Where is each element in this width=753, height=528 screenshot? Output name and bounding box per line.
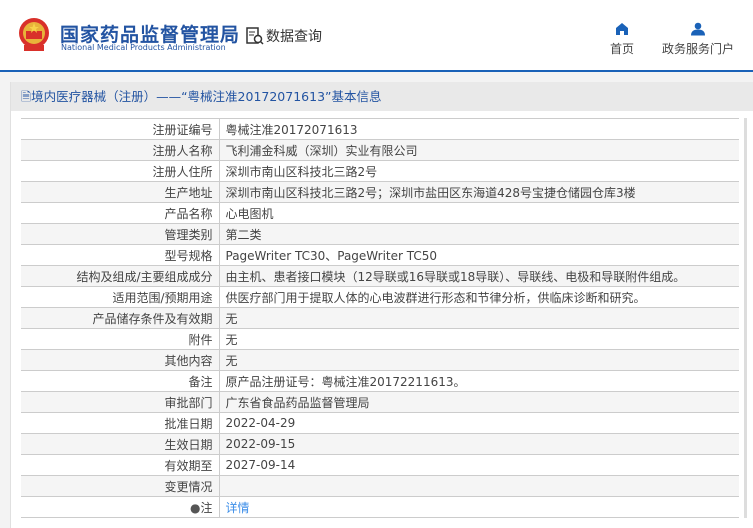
- table-row: 变更情况: [21, 475, 739, 497]
- data-query-label: 数据查询: [266, 29, 322, 45]
- table-row: 附件无: [21, 328, 739, 350]
- row-label: 变更情况: [21, 475, 220, 497]
- row-label: 审批部门: [21, 391, 220, 413]
- document-search-icon: [246, 27, 264, 45]
- row-value: 飞利浦金科威（深圳）实业有限公司: [219, 139, 739, 161]
- table-row: 注册人名称 飞利浦金科威（深圳）实业有限公司: [21, 139, 739, 161]
- row-label: 产品名称: [21, 202, 220, 224]
- nav-home[interactable]: 首页: [610, 22, 634, 57]
- nav-home-label: 首页: [610, 42, 635, 56]
- detail-title: 🗎境内医疗器械（注册）——“粤械注准20172071613”基本信息: [11, 82, 753, 111]
- row-label: 批准日期: [21, 412, 220, 434]
- logo-subtitle: National Medical Products Administration: [61, 43, 226, 52]
- document-icon: 🗎: [21, 89, 32, 104]
- row-value: 供医疗部门用于提取人体的心电波群进行形态和节律分析，供临床诊断和研究。: [219, 286, 739, 308]
- row-label: 生效日期: [21, 433, 220, 455]
- nav-service-portal-label: 政务服务门户: [662, 42, 735, 56]
- row-label: 注册人名称: [21, 139, 220, 161]
- row-value: 无: [219, 307, 739, 329]
- table-row: 有效期至 2027-09-14: [21, 454, 739, 476]
- row-label: 其他内容: [21, 349, 220, 371]
- table-row: 产品储存条件及有效期无: [21, 307, 739, 329]
- table-row: 生效日期 2022-09-15: [21, 433, 739, 455]
- detail-table: 注册证编号 粤械注准20172071613 注册人名称 飞利浦金科威（深圳）实业有限公…: [21, 118, 739, 518]
- national-emblem-icon: [19, 18, 49, 51]
- table-row: 适用范围/预期用途 供医疗部门用于提取人体的心电波群进行形态和节律分析，供临床诊断…: [21, 286, 739, 308]
- row-label: 管理类别: [21, 223, 220, 245]
- note-label: 注: [200, 500, 213, 515]
- row-value: PageWriter TC30、PageWriter TC50: [219, 244, 739, 266]
- table-row: 审批部门 广东省食品药品监督管理局: [21, 391, 739, 413]
- row-value: 深圳市南山区科技北三路2号；深圳市盐田区东海道428号宝捷仓储园仓库3楼: [219, 181, 739, 203]
- nav-service-portal[interactable]: 政务服务门户: [662, 22, 734, 57]
- row-value: 无: [219, 349, 739, 371]
- row-label: ●注: [21, 496, 220, 518]
- table-row: 型号规格 PageWriter TC30、PageWriter TC50: [21, 244, 739, 266]
- row-label: 有效期至: [21, 454, 220, 476]
- row-label: 备注: [21, 370, 220, 392]
- table-row: 批准日期 2022-04-29: [21, 412, 739, 434]
- row-label: 注册证编号: [21, 118, 220, 140]
- scrollbar[interactable]: [744, 118, 747, 518]
- row-value: 粤械注准20172071613: [219, 118, 739, 140]
- site-header: 国家药品监督管理局 National Medical Products Admi…: [0, 0, 753, 72]
- table-row: 其他内容无: [21, 349, 739, 371]
- row-value: 2022-04-29: [219, 412, 739, 434]
- row-label: 生产地址: [21, 181, 220, 203]
- row-value: [219, 475, 739, 497]
- row-value: 心电图机: [219, 202, 739, 224]
- table-row: 备注 原产品注册证号：粤械注准20172211613。: [21, 370, 739, 392]
- detail-panel: 🗎境内医疗器械（注册）——“粤械注准20172071613”基本信息 注册证编号…: [10, 82, 753, 528]
- row-label: 结构及组成/主要组成成分: [21, 265, 220, 287]
- row-label: 注册人住所: [21, 160, 220, 182]
- table-row: 产品名称 心电图机: [21, 202, 739, 224]
- row-label: 附件: [21, 328, 220, 350]
- row-value: 深圳市南山区科技北三路2号: [219, 160, 739, 182]
- table-row: 生产地址 深圳市南山区科技北三路2号；深圳市盐田区东海道428号宝捷仓储园仓库3楼: [21, 181, 739, 203]
- row-value: 广东省食品药品监督管理局: [219, 391, 739, 413]
- row-value: 第二类: [219, 223, 739, 245]
- user-icon: [691, 22, 705, 36]
- data-query-link[interactable]: 数据查询: [246, 26, 322, 46]
- row-label: 产品储存条件及有效期: [21, 307, 220, 329]
- row-value: 原产品注册证号：粤械注准20172211613。: [219, 370, 739, 392]
- row-value: 2022-09-15: [219, 433, 739, 455]
- row-label: 型号规格: [21, 244, 220, 266]
- row-value: 由主机、患者接口模块（12导联或16导联或18导联）、导联线、电极和导联附件组成…: [219, 265, 739, 287]
- table-row-note: ●注 详情: [21, 496, 739, 518]
- table-row: 注册证编号 粤械注准20172071613: [21, 118, 739, 140]
- table-row: 管理类别 第二类: [21, 223, 739, 245]
- row-value: 无: [219, 328, 739, 350]
- detail-title-text: 境内医疗器械（注册）——“粤械注准20172071613”基本信息: [31, 89, 382, 104]
- table-row: 结构及组成/主要组成成分 由主机、患者接口模块（12导联或16导联或18导联）、导…: [21, 265, 739, 287]
- table-row: 注册人住所 深圳市南山区科技北三路2号: [21, 160, 739, 182]
- details-link[interactable]: 详情: [226, 501, 250, 515]
- bulb-icon: ●: [190, 500, 201, 515]
- home-icon: [616, 23, 628, 35]
- row-label: 适用范围/预期用途: [21, 286, 220, 308]
- row-value: 2027-09-14: [219, 454, 739, 476]
